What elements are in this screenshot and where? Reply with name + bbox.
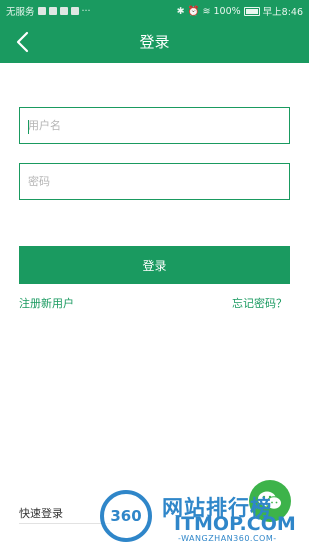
forgot-password-link[interactable]: 忘记密码？ [232, 295, 287, 311]
app-bar: 登录 [0, 22, 309, 63]
notification-icon [48, 7, 57, 15]
alarm-icon: ⏰ [187, 5, 200, 17]
more-notifications-icon: ··· [81, 5, 91, 17]
username-input[interactable] [20, 108, 289, 143]
status-bar: 无服务 ··· ✱ ⏰ ≋ 100% 早上8:46 [0, 0, 309, 22]
notification-icon [59, 7, 68, 15]
username-field[interactable] [19, 107, 290, 144]
login-button[interactable]: 登录 [19, 246, 290, 284]
battery-icon [243, 6, 260, 16]
watermark-badge: 360 [100, 490, 152, 542]
register-link[interactable]: 注册新用户 [19, 295, 74, 311]
carrier-text: 无服务 [6, 7, 35, 18]
page-title: 登录 [139, 33, 170, 51]
status-left: 无服务 ··· [6, 4, 91, 19]
text-cursor [28, 120, 29, 134]
quick-login-label: 快速登录 [19, 507, 63, 520]
clock-text: 早上8:46 [262, 7, 303, 18]
bluetooth-icon: ✱ [176, 5, 185, 17]
battery-percent: 100% [213, 5, 241, 17]
watermark: 360 网站排行榜 ITMOP.COM -WANGZHAN360.COM- [100, 490, 309, 550]
status-right: ✱ ⏰ ≋ 100% 早上8:46 [176, 4, 303, 19]
password-field[interactable] [19, 163, 290, 200]
notification-icon [37, 7, 46, 15]
notification-icon [70, 7, 79, 15]
watermark-domain: ITMOP.COM [174, 513, 296, 535]
watermark-subdomain: -WANGZHAN360.COM- [178, 534, 277, 543]
quick-login-divider [19, 523, 111, 524]
password-input[interactable] [20, 164, 289, 199]
wifi-icon: ≋ [202, 5, 211, 17]
